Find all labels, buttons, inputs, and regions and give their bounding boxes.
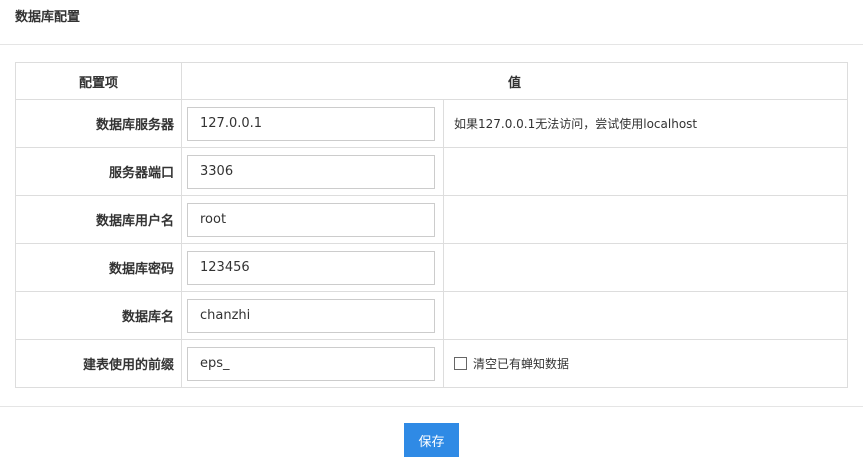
table-row-table-prefix: 建表使用的前缀 清空已有蝉知数据 [15,339,848,388]
db-host-label: 数据库服务器 [15,99,182,148]
db-name-input[interactable] [187,298,435,333]
db-name-label: 数据库名 [15,291,182,340]
db-password-note [443,243,848,292]
clear-data-checkbox[interactable] [454,356,467,370]
table-row-db-user: 数据库用户名 [15,195,848,244]
table-row-db-password: 数据库密码 [15,243,848,292]
db-user-note [443,195,848,244]
db-port-label: 服务器端口 [15,147,182,196]
footer-divider [0,406,863,407]
page-title: 数据库配置 [15,10,81,25]
table-row-db-host: 数据库服务器 如果127.0.0.1无法访问，尝试使用localhost [15,99,848,148]
db-config-table: 配置项 值 数据库服务器 如果127.0.0.1无法访问，尝试使用localho… [15,62,848,388]
column-header-value: 值 [181,62,848,100]
table-prefix-label: 建表使用的前缀 [15,339,182,388]
table-header-row: 配置项 值 [15,62,848,100]
table-prefix-input[interactable] [187,346,435,381]
save-button[interactable]: 保存 [404,423,459,457]
clear-data-checkbox-label: 清空已有蝉知数据 [473,356,570,371]
clear-data-option[interactable]: 清空已有蝉知数据 [454,355,569,372]
db-host-input[interactable] [187,106,435,141]
column-header-item: 配置项 [15,62,182,100]
db-user-input[interactable] [187,202,435,237]
header-divider [0,44,863,45]
db-user-label: 数据库用户名 [15,195,182,244]
db-password-label: 数据库密码 [15,243,182,292]
db-password-input[interactable] [187,250,435,285]
db-port-note [443,147,848,196]
table-row-db-name: 数据库名 [15,291,848,340]
table-row-db-port: 服务器端口 [15,147,848,196]
db-host-hint: 如果127.0.0.1无法访问，尝试使用localhost [443,99,848,148]
db-port-input[interactable] [187,154,435,189]
db-name-note [443,291,848,340]
